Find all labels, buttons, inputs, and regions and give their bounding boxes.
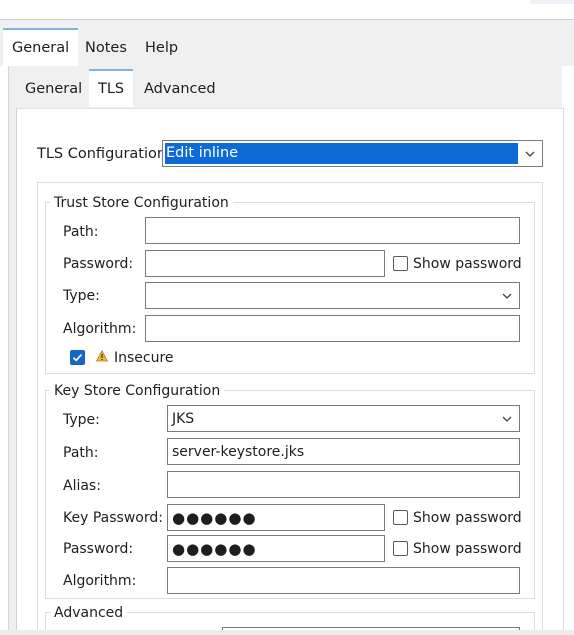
keystore-show-password-label: Show password xyxy=(413,541,522,557)
window-corner xyxy=(530,0,574,4)
checkmark-icon xyxy=(72,354,83,362)
tab-general[interactable]: General xyxy=(3,28,79,66)
trust-type-dropdown[interactable] xyxy=(145,282,520,309)
insecure-label: Insecure xyxy=(114,350,174,366)
panel-edge xyxy=(563,108,564,635)
key-password-label: Key Password: xyxy=(63,510,163,526)
tab-help[interactable]: Help xyxy=(136,28,187,66)
key-password-input[interactable]: ●●●●●● xyxy=(167,504,385,531)
key-type-value: JKS xyxy=(172,411,195,427)
tls-config-dropdown[interactable]: Edit inline xyxy=(162,140,543,167)
inner-tab-general[interactable]: General xyxy=(16,69,91,107)
keystore-show-password-checkbox[interactable] xyxy=(393,541,408,556)
key-algorithm-label: Algorithm: xyxy=(63,573,137,589)
inner-tab-label: TLS xyxy=(98,81,125,97)
bottom-edge xyxy=(0,630,574,635)
trust-store-title: Trust Store Configuration xyxy=(50,195,233,211)
trust-algorithm-input[interactable] xyxy=(145,315,520,342)
warning-icon xyxy=(96,350,108,362)
trust-show-password-checkbox[interactable] xyxy=(393,256,408,271)
trust-password-label: Password: xyxy=(63,256,134,272)
inner-tab-tls[interactable]: TLS xyxy=(89,69,134,107)
key-store-title: Key Store Configuration xyxy=(50,383,225,399)
key-type-label: Type: xyxy=(63,412,100,428)
key-algorithm-input[interactable] xyxy=(167,567,520,594)
keystore-password-input[interactable]: ●●●●●● xyxy=(167,535,385,562)
trust-show-password-label: Show password xyxy=(413,256,522,272)
trust-type-label: Type: xyxy=(63,288,100,304)
inner-tab-advanced[interactable]: Advanced xyxy=(135,69,225,107)
insecure-checkbox[interactable] xyxy=(70,350,85,365)
key-show-password-checkbox[interactable] xyxy=(393,510,408,525)
chevron-down-icon xyxy=(502,293,512,299)
inner-tab-label: General xyxy=(25,81,83,97)
tab-label: Notes xyxy=(85,40,127,56)
chevron-down-icon xyxy=(502,416,512,422)
trust-algorithm-label: Algorithm: xyxy=(63,321,137,337)
chevron-down-icon xyxy=(525,151,535,157)
trust-path-input[interactable] xyxy=(145,217,520,244)
key-show-password-label: Show password xyxy=(413,510,522,526)
tab-label: Help xyxy=(145,40,179,56)
title-area xyxy=(0,0,574,19)
trust-password-input[interactable] xyxy=(145,250,385,277)
tab-notes[interactable]: Notes xyxy=(76,28,136,66)
key-type-dropdown[interactable]: JKS xyxy=(167,405,520,432)
key-path-input[interactable]: server-keystore.jks xyxy=(167,438,520,465)
trust-path-label: Path: xyxy=(63,224,99,240)
key-alias-input[interactable] xyxy=(167,471,520,498)
tab-label: General xyxy=(12,40,70,56)
inner-tab-label: Advanced xyxy=(144,81,216,97)
tls-config-value: Edit inline xyxy=(165,143,518,164)
keystore-password-label: Password: xyxy=(63,541,134,557)
key-path-label: Path: xyxy=(63,445,99,461)
tls-config-label: TLS Configuration xyxy=(37,146,167,162)
key-alias-label: Alias: xyxy=(63,478,101,494)
advanced-title: Advanced xyxy=(50,605,128,621)
